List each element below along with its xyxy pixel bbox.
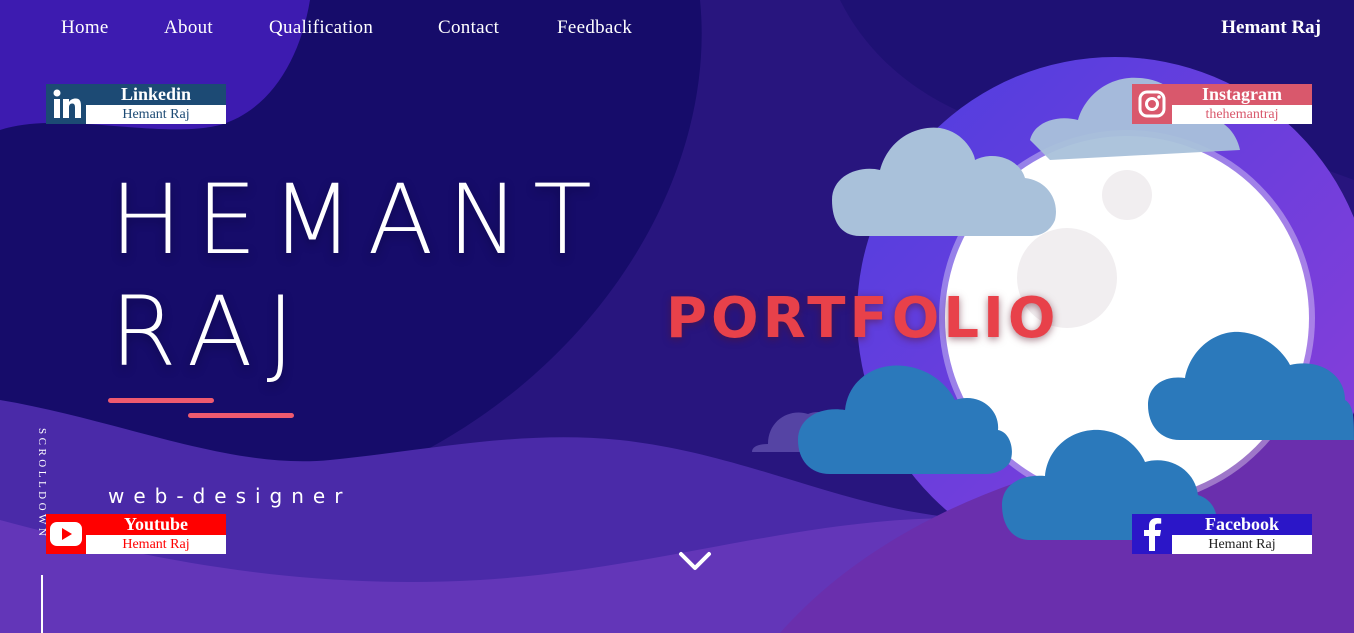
linkedin-icon	[46, 84, 86, 124]
nav-contact-link[interactable]: Contact	[438, 17, 499, 39]
hero-underline-1	[108, 398, 214, 403]
instagram-handle: thehemantraj	[1172, 105, 1312, 124]
brand-name[interactable]: Hemant Raj	[1221, 17, 1321, 39]
hero-underline-2	[188, 413, 294, 418]
facebook-name: Facebook	[1172, 514, 1312, 535]
hero-first-name: HEMANT	[110, 164, 606, 276]
instagram-icon	[1132, 84, 1172, 124]
top-nav: Home About Qualification Contact Feedbac…	[0, 17, 1354, 43]
nav-qualification-link[interactable]: Qualification	[269, 17, 373, 39]
youtube-handle: Hemant Raj	[86, 535, 226, 554]
youtube-name: Youtube	[86, 514, 226, 535]
facebook-card[interactable]: Facebook Hemant Raj	[1132, 514, 1312, 554]
youtube-card[interactable]: Youtube Hemant Raj	[46, 514, 226, 554]
hero-role: web-designer	[108, 484, 352, 508]
linkedin-handle: Hemant Raj	[86, 105, 226, 124]
facebook-handle: Hemant Raj	[1172, 535, 1312, 554]
linkedin-name: Linkedin	[86, 84, 226, 105]
scroll-down-label[interactable]: SCROLLDOWN	[36, 428, 48, 539]
facebook-icon	[1132, 514, 1172, 554]
scroll-down-line	[41, 575, 43, 633]
linkedin-card[interactable]: Linkedin Hemant Raj	[46, 84, 226, 124]
portfolio-heading: PORTFOLIO	[666, 286, 1060, 351]
chevron-down-icon[interactable]	[678, 548, 712, 579]
youtube-icon	[46, 514, 86, 554]
nav-home-link[interactable]: Home	[61, 17, 109, 39]
hero-last-name: RAJ	[110, 276, 309, 388]
nav-feedback-link[interactable]: Feedback	[557, 17, 632, 39]
instagram-name: Instagram	[1172, 84, 1312, 105]
instagram-card[interactable]: Instagram thehemantraj	[1132, 84, 1312, 124]
nav-about-link[interactable]: About	[164, 17, 213, 39]
